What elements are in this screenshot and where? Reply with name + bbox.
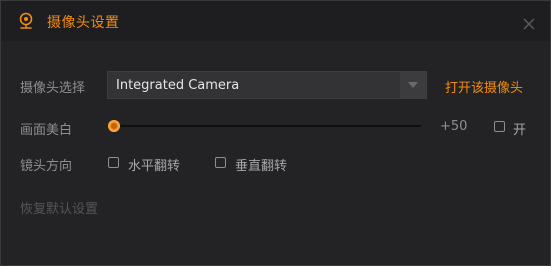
beauty-slider-thumb[interactable] <box>108 120 120 132</box>
camera-select-label: 摄像头选择 <box>20 81 86 96</box>
webcam-icon <box>18 12 34 30</box>
restore-defaults-button[interactable]: 恢复默认设置 <box>20 198 98 217</box>
open-camera-link[interactable]: 打开该摄像头 <box>445 77 523 96</box>
chevron-down-icon <box>408 82 418 88</box>
vertical-flip-checkbox[interactable] <box>215 157 226 168</box>
mirror-label: 镜头方向 <box>20 159 73 174</box>
beauty-enable-checkbox[interactable] <box>494 121 505 132</box>
dialog-title: 摄像头设置 <box>47 15 120 31</box>
horizontal-flip-checkbox[interactable] <box>108 157 119 168</box>
vertical-flip-label[interactable]: 垂直翻转 <box>235 155 287 174</box>
beauty-enable-label[interactable]: 开 <box>513 119 526 138</box>
close-icon[interactable] <box>522 16 536 30</box>
beauty-label: 画面美白 <box>20 123 73 138</box>
beauty-value: +50 <box>440 119 468 134</box>
camera-select-dropdown[interactable]: Integrated Camera <box>107 71 427 99</box>
slider-thumb-center <box>111 123 117 129</box>
horizontal-flip-label[interactable]: 水平翻转 <box>128 155 180 174</box>
camera-settings-dialog: 摄像头设置 摄像头选择 Integrated Camera 打开该摄像头 画面美… <box>0 0 551 266</box>
beauty-slider-track[interactable] <box>114 125 421 127</box>
dropdown-arrow-button[interactable] <box>400 72 426 98</box>
title-bar[interactable]: 摄像头设置 <box>1 1 550 41</box>
camera-select-value: Integrated Camera <box>116 78 240 93</box>
